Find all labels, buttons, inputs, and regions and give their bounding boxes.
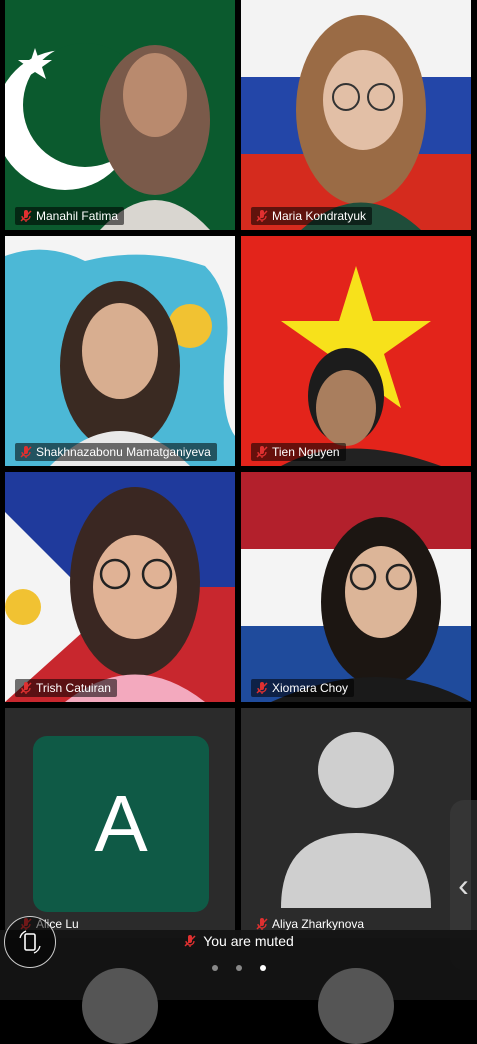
mic-off-icon bbox=[256, 210, 268, 222]
participant-tile[interactable]: Trish Catuiran bbox=[5, 472, 235, 702]
participant-nametag: Tien Nguyen bbox=[251, 443, 346, 461]
muted-status: You are muted bbox=[0, 930, 477, 952]
mic-off-icon bbox=[20, 210, 32, 222]
mic-off-icon bbox=[256, 918, 268, 930]
participant-tile[interactable]: Tien Nguyen bbox=[241, 236, 471, 466]
participant-nametag: Maria Kondratyuk bbox=[251, 207, 373, 225]
flag-background bbox=[241, 236, 471, 466]
participant-name: Tien Nguyen bbox=[272, 445, 340, 459]
flag-background bbox=[5, 472, 235, 702]
participant-tile[interactable]: Aliya Zharkynova bbox=[241, 708, 471, 938]
mic-off-icon bbox=[20, 446, 32, 458]
participant-nametag: Xiomara Choy bbox=[251, 679, 355, 697]
avatar: A bbox=[33, 736, 209, 912]
participant-nametag: Shakhnazabonu Mamatganiyeva bbox=[15, 443, 217, 461]
page-dot-active[interactable] bbox=[259, 965, 266, 971]
mic-off-icon bbox=[256, 446, 268, 458]
participant-name: Manahil Fatima bbox=[36, 209, 119, 223]
control-button[interactable] bbox=[82, 968, 158, 1044]
participant-name: Shakhnazabonu Mamatganiyeva bbox=[36, 445, 211, 459]
default-avatar-icon bbox=[281, 732, 431, 908]
page-dot[interactable] bbox=[235, 965, 242, 971]
page-dot[interactable] bbox=[211, 965, 218, 971]
participant-name: Trish Catuiran bbox=[36, 681, 111, 695]
participant-nametag: Trish Catuiran bbox=[15, 679, 117, 697]
participant-tile[interactable]: Manahil Fatima bbox=[5, 0, 235, 230]
mic-off-icon bbox=[256, 682, 268, 694]
avatar-letter: A bbox=[94, 779, 148, 868]
mic-off-icon bbox=[20, 682, 32, 694]
participant-nametag: Manahil Fatima bbox=[15, 207, 125, 225]
flag-background bbox=[241, 472, 471, 702]
chevron-left-icon: ‹ bbox=[458, 866, 469, 903]
page-indicator bbox=[0, 965, 477, 971]
participant-tile[interactable]: A Alice Lu bbox=[5, 708, 235, 938]
participant-name: Maria Kondratyuk bbox=[272, 209, 367, 223]
participant-tile[interactable]: Shakhnazabonu Mamatganiyeva bbox=[5, 236, 235, 466]
flag-background bbox=[5, 236, 235, 466]
participant-tile[interactable]: Xiomara Choy bbox=[241, 472, 471, 702]
mic-off-icon bbox=[184, 935, 196, 947]
flag-background bbox=[241, 0, 471, 230]
participant-name: Xiomara Choy bbox=[272, 681, 349, 695]
flag-background bbox=[5, 0, 235, 230]
participant-tile[interactable]: Maria Kondratyuk bbox=[241, 0, 471, 230]
muted-status-text: You are muted bbox=[203, 933, 294, 949]
control-button[interactable] bbox=[318, 968, 394, 1044]
participant-grid: Manahil Fatima Maria Kondratyuk Shakhnaz… bbox=[0, 0, 477, 945]
